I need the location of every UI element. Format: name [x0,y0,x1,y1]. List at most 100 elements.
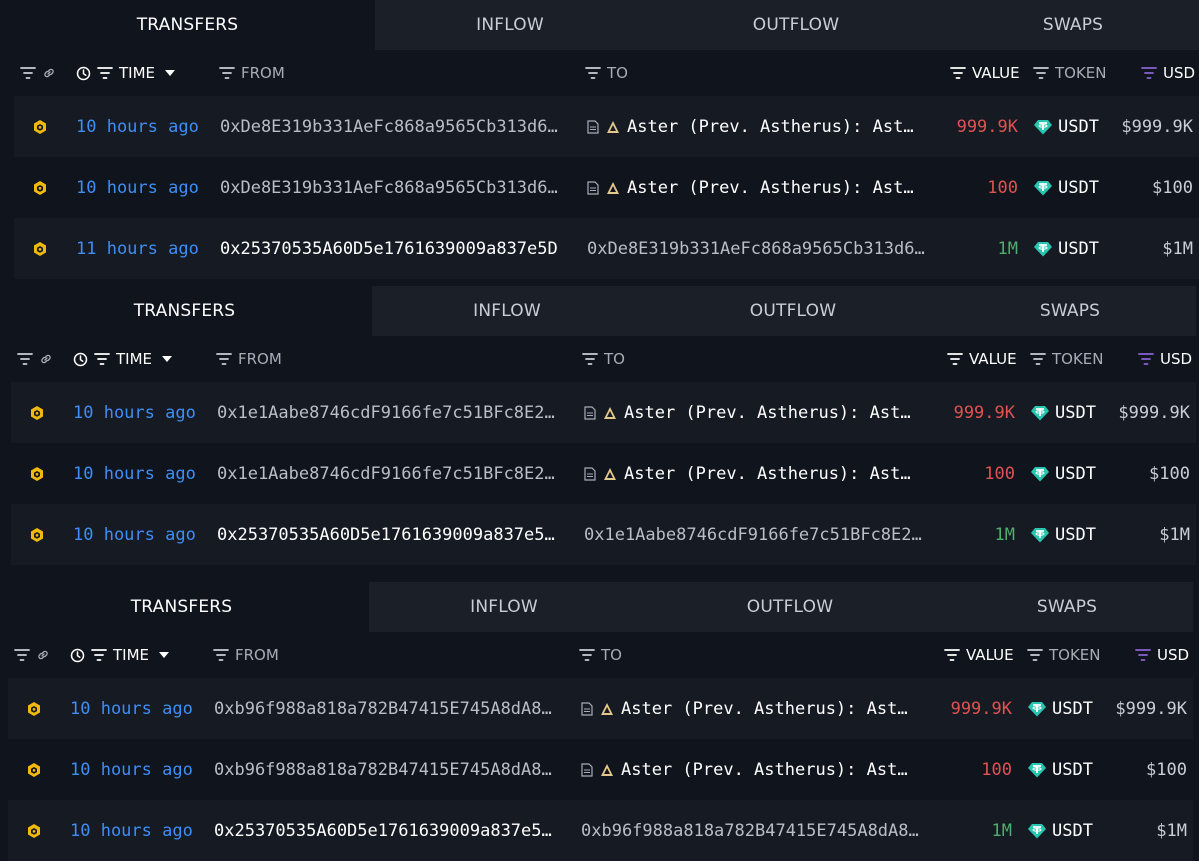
filter-icon[interactable] [1135,649,1151,661]
filter-icon[interactable] [97,67,113,79]
tab-transfers[interactable]: TRANSFERS [0,582,369,632]
header-value[interactable]: VALUE [944,632,1014,678]
header-from[interactable]: FROM [219,50,285,96]
link-icon[interactable] [42,66,56,80]
table-row[interactable]: 10 hours ago 0x1e1Aabe8746cdF9166fe7c51B… [11,382,1196,443]
filter-icon[interactable] [91,649,107,661]
table-row[interactable]: 10 hours ago 0xb96f988a818a782B47415E745… [8,739,1193,800]
to-entity[interactable]: Aster (Prev. Astherus): Ast… [624,403,934,423]
transfers-panel-2: TRANSFERS INFLOW OUTFLOW SWAPS TIME FROM… [0,286,1196,565]
sort-down-icon[interactable] [165,70,176,76]
to-address[interactable]: 0xDe8E319b331AeFc868a9565Cb313d6… [587,239,937,259]
header-time[interactable]: TIME [73,336,173,382]
from-address[interactable]: 0xDe8E319b331AeFc868a9565Cb313d6… [220,157,576,218]
filter-icon[interactable] [14,649,30,661]
header-token[interactable]: TOKEN [1027,632,1101,678]
time-link[interactable]: 11 hours ago [76,218,211,279]
header-value[interactable]: VALUE [950,50,1020,96]
tab-outflow[interactable]: OUTFLOW [639,582,941,632]
time-link[interactable]: 10 hours ago [73,382,208,443]
filter-icon[interactable] [585,67,601,79]
filter-icon[interactable] [1033,67,1049,79]
header-usd[interactable]: USD [1135,632,1189,678]
header-value[interactable]: VALUE [947,336,1017,382]
to-entity[interactable]: Aster (Prev. Astherus): Ast… [621,760,931,780]
header-to[interactable]: TO [579,632,622,678]
filter-icon[interactable] [1030,353,1046,365]
from-address[interactable]: 0x25370535A60D5e1761639009a837e5D [220,218,576,279]
tab-transfers[interactable]: TRANSFERS [0,286,372,336]
table-row[interactable]: 10 hours ago 0x1e1Aabe8746cdF9166fe7c51B… [11,443,1196,504]
header-from[interactable]: FROM [216,336,282,382]
header-token[interactable]: TOKEN [1033,50,1107,96]
from-address[interactable]: 0xb96f988a818a782B47415E745A8dA8… [214,678,570,739]
from-address[interactable]: 0xb96f988a818a782B47415E745A8dA8… [214,739,570,800]
tab-outflow[interactable]: OUTFLOW [645,0,947,50]
time-link[interactable]: 10 hours ago [70,678,205,739]
time-link[interactable]: 10 hours ago [76,96,211,157]
from-address[interactable]: 0xDe8E319b331AeFc868a9565Cb313d6… [220,96,576,157]
tether-icon [1031,466,1049,481]
header-usd[interactable]: USD [1138,336,1192,382]
time-link[interactable]: 10 hours ago [76,157,211,218]
tab-swaps[interactable]: SWAPS [944,286,1196,336]
header-from-label: FROM [238,350,282,368]
filter-icon[interactable] [17,353,33,365]
header-to[interactable]: TO [582,336,625,382]
link-icon[interactable] [36,648,50,662]
header-from[interactable]: FROM [213,632,279,678]
tab-swaps[interactable]: SWAPS [941,582,1193,632]
filter-icon[interactable] [1027,649,1043,661]
filter-icon[interactable] [1138,353,1154,365]
filter-icon[interactable] [216,353,232,365]
sort-down-icon[interactable] [159,652,170,658]
filter-icon[interactable] [947,353,963,365]
filter-icon[interactable] [579,649,595,661]
tab-swaps[interactable]: SWAPS [947,0,1199,50]
filter-icon[interactable] [94,353,110,365]
table-row[interactable]: 11 hours ago 0x25370535A60D5e1761639009a… [14,218,1199,279]
table-row[interactable]: 10 hours ago 0x25370535A60D5e1761639009a… [8,800,1193,861]
time-link[interactable]: 10 hours ago [70,739,205,800]
filter-icon[interactable] [213,649,229,661]
tab-transfers[interactable]: TRANSFERS [0,0,375,50]
filter-icon[interactable] [582,353,598,365]
to-entity[interactable]: Aster (Prev. Astherus): Ast… [627,117,937,137]
table-row[interactable]: 10 hours ago 0xb96f988a818a782B47415E745… [8,678,1193,739]
filter-icon[interactable] [950,67,966,79]
bnb-chain-icon [28,701,40,716]
header-token[interactable]: TOKEN [1030,336,1104,382]
to-entity[interactable]: Aster (Prev. Astherus): Ast… [627,178,937,198]
tab-inflow[interactable]: INFLOW [372,286,642,336]
filter-icon[interactable] [20,67,36,79]
table-row[interactable]: 10 hours ago 0x25370535A60D5e1761639009a… [11,504,1196,565]
to-address[interactable]: 0xb96f988a818a782B47415E745A8dA8… [581,821,931,841]
to-address[interactable]: 0x1e1Aabe8746cdF9166fe7c51BFc8E2… [584,525,934,545]
from-address[interactable]: 0x25370535A60D5e1761639009a837e5… [217,504,573,565]
to-entity[interactable]: Aster (Prev. Astherus): Ast… [621,699,931,719]
table-row[interactable]: 10 hours ago 0xDe8E319b331AeFc868a9565Cb… [14,96,1199,157]
link-icon[interactable] [39,352,53,366]
usd-amount: $999.9K [1115,698,1187,719]
table-row[interactable]: 10 hours ago 0xDe8E319b331AeFc868a9565Cb… [14,157,1199,218]
from-address[interactable]: 0x25370535A60D5e1761639009a837e5… [214,800,570,861]
tab-inflow[interactable]: INFLOW [375,0,645,50]
filter-icon[interactable] [944,649,960,661]
tab-inflow[interactable]: INFLOW [369,582,639,632]
header-time[interactable]: TIME [70,632,170,678]
time-link[interactable]: 10 hours ago [70,800,205,861]
aster-logo-icon [601,702,613,715]
header-value-label: VALUE [966,646,1014,664]
to-entity[interactable]: Aster (Prev. Astherus): Ast… [624,464,934,484]
header-to[interactable]: TO [585,50,628,96]
sort-down-icon[interactable] [162,356,173,362]
time-link[interactable]: 10 hours ago [73,504,208,565]
filter-icon[interactable] [219,67,235,79]
header-usd[interactable]: USD [1141,50,1195,96]
from-address[interactable]: 0x1e1Aabe8746cdF9166fe7c51BFc8E2… [217,443,573,504]
header-time[interactable]: TIME [76,50,176,96]
filter-icon[interactable] [1141,67,1157,79]
time-link[interactable]: 10 hours ago [73,443,208,504]
from-address[interactable]: 0x1e1Aabe8746cdF9166fe7c51BFc8E2… [217,382,573,443]
tab-outflow[interactable]: OUTFLOW [642,286,944,336]
